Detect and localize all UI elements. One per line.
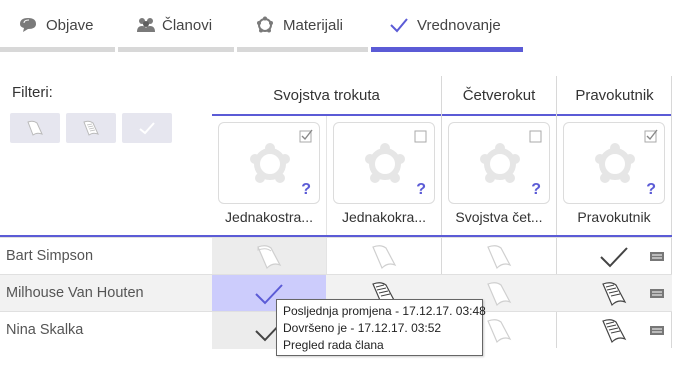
- checkbox-icon: [529, 130, 542, 143]
- blank-page-icon: [372, 244, 397, 269]
- column-title: Svojstva čet...: [455, 209, 543, 225]
- gear-icon: [250, 143, 290, 183]
- blank-page-icon: [487, 318, 512, 343]
- group-header-cetverokut: Četverokut: [442, 76, 556, 116]
- tab-underline: [118, 47, 234, 52]
- group-header-svojstva-trokuta: Svojstva trokuta: [212, 76, 441, 116]
- chat-bubble-icon: [18, 16, 38, 34]
- filter-blank-button[interactable]: [10, 113, 60, 143]
- blank-page-icon: [487, 244, 512, 269]
- tab-label: Objave: [46, 17, 94, 34]
- group-header-pravokutnik: Pravokutnik: [557, 76, 672, 116]
- checkmark-icon: [139, 122, 155, 135]
- tooltip-review-link: Pregled rada člana: [283, 338, 384, 352]
- student-name: Bart Simpson: [6, 248, 94, 264]
- question-icon: ?: [301, 181, 311, 198]
- tab-label: Vrednovanje: [417, 17, 501, 34]
- blank-page-icon: [27, 120, 43, 136]
- tab-underline: [0, 47, 115, 52]
- comment-icon[interactable]: [650, 289, 664, 299]
- comment-icon[interactable]: [650, 326, 664, 336]
- grade-cell[interactable]: [212, 238, 326, 275]
- tooltip: Posljednja promjena - 17.12.17. 03:48 Do…: [276, 299, 486, 356]
- checkbox-icon: [299, 129, 313, 143]
- table-row: Bart Simpson: [0, 237, 672, 275]
- tooltip-last-change: Posljednja promjena - 17.12.17. 03:48: [283, 304, 486, 318]
- question-icon: ?: [531, 181, 541, 198]
- tab-underline: [237, 47, 368, 52]
- material-card[interactable]: ?: [563, 122, 665, 204]
- tab-materijali[interactable]: Materijali: [237, 0, 368, 52]
- blank-page-icon: [257, 244, 282, 269]
- grade-cell[interactable]: [327, 238, 441, 275]
- group-title: Svojstva trokuta: [273, 86, 380, 104]
- material-card[interactable]: ?: [333, 122, 435, 204]
- checkbox-icon: [644, 129, 658, 143]
- student-name: Nina Skalka: [6, 322, 84, 338]
- tooltip-completed: Dovršeno je - 17.12.17. 03:52: [283, 321, 442, 335]
- checkmark-icon: [389, 16, 409, 34]
- group-title: Pravokutnik: [575, 86, 654, 104]
- column-title: Jednakokra...: [341, 209, 427, 225]
- column-title: Pravokutnik: [577, 209, 651, 225]
- gear-icon: [255, 16, 275, 34]
- gear-icon: [595, 143, 635, 183]
- written-page-icon: [602, 281, 627, 306]
- people-icon: [136, 16, 156, 34]
- tab-vrednovanje[interactable]: Vrednovanje: [371, 0, 523, 52]
- gear-icon: [480, 143, 520, 183]
- gear-icon: [365, 143, 405, 183]
- group-title: Četverokut: [462, 86, 536, 104]
- written-page-icon: [83, 120, 99, 136]
- written-page-icon: [602, 318, 627, 343]
- student-name: Milhouse Van Houten: [6, 285, 144, 301]
- filters-label: Filteri:: [12, 84, 53, 101]
- question-icon: ?: [646, 181, 656, 198]
- tab-clanovi[interactable]: Članovi: [118, 0, 234, 52]
- checkmark-icon: [600, 246, 628, 267]
- column-title: Jednakostra...: [225, 209, 313, 225]
- material-card[interactable]: ?: [218, 122, 320, 204]
- blank-page-icon: [487, 281, 512, 306]
- material-card[interactable]: ?: [448, 122, 550, 204]
- tab-label: Materijali: [283, 17, 344, 34]
- tab-bar: Objave Članovi Materijali Vrednovanje: [0, 0, 680, 52]
- tab-objave[interactable]: Objave: [0, 0, 115, 52]
- checkbox-icon: [414, 130, 427, 143]
- filter-checked-button[interactable]: [122, 113, 172, 143]
- comment-icon[interactable]: [650, 252, 664, 262]
- question-icon: ?: [416, 181, 426, 198]
- tab-label: Članovi: [162, 17, 213, 34]
- grade-cell[interactable]: [442, 238, 556, 275]
- tab-underline: [371, 47, 523, 52]
- filter-written-button[interactable]: [66, 113, 116, 143]
